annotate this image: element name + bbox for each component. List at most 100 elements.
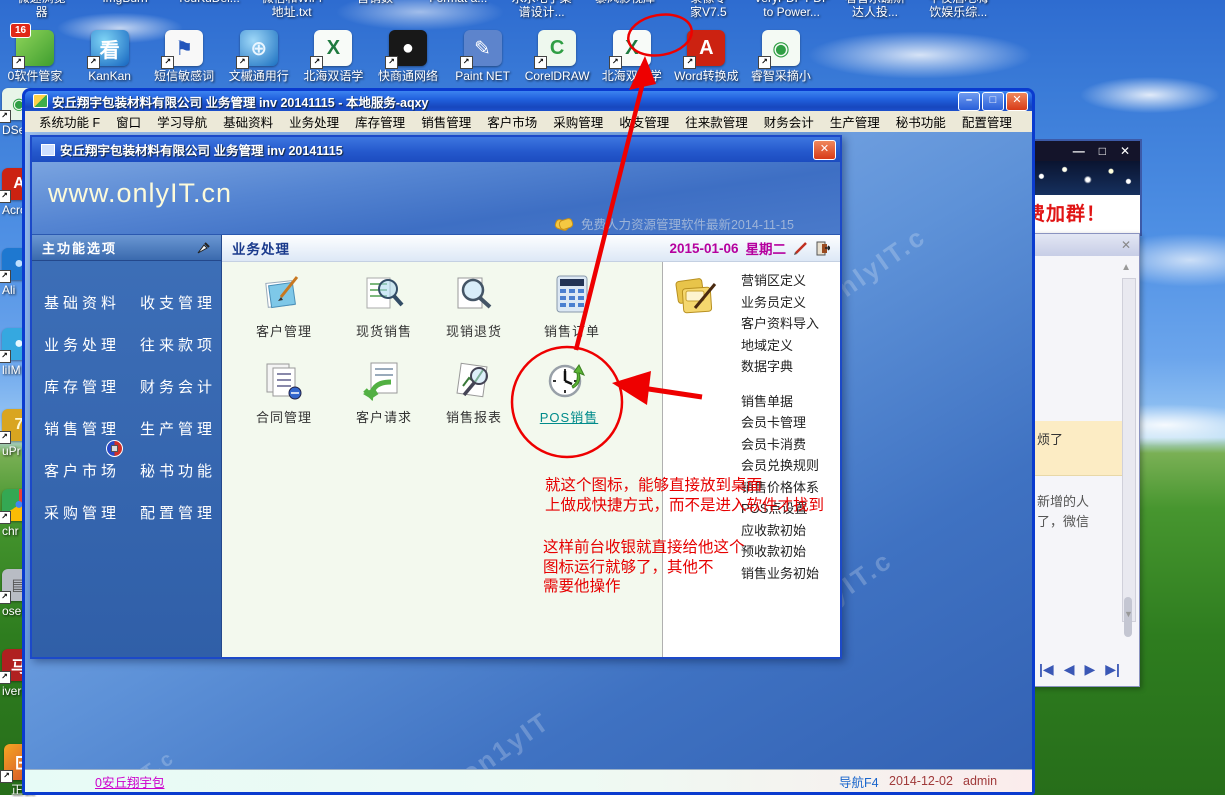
module-sales-order[interactable]: 销售订单 bbox=[527, 274, 617, 340]
app-logo-icon bbox=[33, 94, 48, 108]
submenu-item[interactable]: 销售业务初始 bbox=[741, 563, 819, 585]
menu-item[interactable]: 业务处理 bbox=[281, 112, 347, 131]
company-status-link[interactable]: 0安丘翔宇包 bbox=[95, 772, 164, 791]
pager-arrow[interactable]: ◀ bbox=[1064, 661, 1075, 678]
promo-text[interactable]: 免费人力资源管理软件最新2014-11-15 bbox=[581, 214, 794, 233]
desktop-icon-label[interactable]: 看音乐蹦斯达人投... bbox=[833, 0, 916, 19]
scroll-up-icon[interactable]: ▲ bbox=[1121, 262, 1131, 273]
desktop-icon-label[interactable]: 午夜酒吧嗨饮娱乐综... bbox=[917, 0, 1000, 19]
menu-item[interactable]: 销售管理 bbox=[413, 112, 479, 131]
desktop-icon[interactable]: 16 ↗ 0软件管家 bbox=[2, 30, 68, 83]
minimize-icon[interactable]: — bbox=[1073, 144, 1085, 158]
menu-item[interactable]: 财务会计 bbox=[756, 112, 822, 131]
sidebar-item[interactable]: 财务会计 bbox=[140, 376, 221, 397]
scroll-down-icon[interactable]: ▼ bbox=[1124, 609, 1133, 619]
sidebar-item[interactable]: 采购管理 bbox=[44, 502, 140, 523]
sidebar-item[interactable]: 库存管理 bbox=[44, 376, 140, 397]
sidebar-item[interactable]: 基础资料 bbox=[44, 292, 140, 313]
maximize-button[interactable]: □ bbox=[982, 92, 1004, 111]
sidebar-item[interactable]: 生产管理 bbox=[140, 418, 221, 439]
desktop-top-label-row: 微速浏览器 ImgBurn YouKuDel... 微信和WiFi地址.txt … bbox=[0, 0, 1000, 19]
module-pos-sale[interactable]: POS销售 bbox=[524, 360, 614, 426]
submenu-item[interactable]: 客户资料导入 bbox=[741, 313, 819, 335]
desktop-icon[interactable]: ✎ ↗ Paint NET bbox=[450, 30, 516, 83]
menu-item[interactable]: 窗口 bbox=[108, 112, 149, 131]
submenu-item[interactable]: 会员卡消费 bbox=[741, 434, 819, 456]
desktop-icon[interactable]: 看 ↗ KanKan bbox=[77, 30, 143, 83]
app-icon: ⚑ ↗ bbox=[165, 30, 203, 66]
sidebar-item[interactable]: 配置管理 bbox=[140, 502, 221, 523]
sidebar-item[interactable]: 收支管理 bbox=[140, 292, 221, 313]
scrollbar[interactable]: ▼ bbox=[1122, 278, 1136, 622]
qq-ad-slogan[interactable]: 费加群！ bbox=[1024, 195, 1140, 230]
desktop-icon-label[interactable]: 营销数 bbox=[333, 0, 416, 19]
menu-item[interactable]: 学习导航 bbox=[149, 112, 215, 131]
desktop-icon[interactable]: X ↗ 北海双语学 bbox=[300, 30, 366, 83]
menu-item[interactable]: 系统功能 F bbox=[31, 112, 108, 131]
website-link[interactable]: www.onlyIT.cn bbox=[48, 178, 232, 209]
desktop-icon[interactable]: C ↗ CorelDRAW bbox=[524, 30, 590, 83]
desktop-icon-label[interactable]: 暴风影视库 bbox=[583, 0, 666, 19]
pager-arrow[interactable]: ▶| bbox=[1105, 661, 1120, 678]
close-icon[interactable]: ✕ bbox=[1120, 144, 1130, 158]
close-button[interactable]: ✕ bbox=[1006, 92, 1028, 111]
menu-item[interactable]: 收支管理 bbox=[611, 112, 677, 131]
desktop-icon-label[interactable]: 微信和WiFi地址.txt bbox=[250, 0, 333, 19]
sidebar-item[interactable]: 往来款项 bbox=[140, 334, 221, 355]
desktop-icon[interactable]: X ↗ 北海双语学 bbox=[599, 30, 665, 83]
submenu-item[interactable]: 营销区定义 bbox=[741, 270, 819, 292]
menu-item[interactable]: 客户市场 bbox=[479, 112, 545, 131]
desktop-icon[interactable]: ⊕ ↗ 文槭通用行 bbox=[226, 30, 292, 83]
submenu-item[interactable]: 应收款初始 bbox=[741, 520, 819, 542]
status-user: admin bbox=[963, 774, 997, 788]
desktop-icon[interactable]: A ↗ Word转换成 bbox=[673, 30, 739, 83]
desktop-icon[interactable]: ◉ ↗ 睿智采摘小 bbox=[748, 30, 814, 83]
module-customer-mgmt[interactable]: 客户管理 bbox=[239, 274, 329, 340]
pager-arrow[interactable]: ▶ bbox=[1084, 661, 1095, 678]
maximize-icon[interactable]: □ bbox=[1099, 144, 1106, 158]
menu-item[interactable]: 配置管理 bbox=[954, 112, 1020, 131]
module-contract-mgmt[interactable]: 合同管理 bbox=[239, 360, 329, 426]
menu-item[interactable]: 往来款管理 bbox=[677, 112, 756, 131]
submenu-item[interactable]: 业务员定义 bbox=[741, 292, 819, 314]
close-button[interactable]: ✕ bbox=[813, 140, 836, 160]
exit-door-icon[interactable] bbox=[816, 241, 830, 256]
module-customer-request[interactable]: 客户请求 bbox=[339, 360, 429, 426]
submenu-item[interactable]: 销售单据 bbox=[741, 391, 819, 413]
desktop-icon[interactable]: ⚑ ↗ 短信敏感词 bbox=[151, 30, 217, 83]
module-sale-return[interactable]: 现销退货 bbox=[429, 274, 519, 340]
sidebar-item[interactable]: 秘书功能 bbox=[140, 460, 221, 481]
menu-item[interactable]: 采购管理 bbox=[545, 112, 611, 131]
sidebar-item[interactable]: 客户市场 bbox=[44, 460, 140, 481]
nav-f4-link[interactable]: 导航F4 bbox=[839, 772, 879, 791]
inner-window-titlebar[interactable]: 安丘翔宇包装材料有限公司 业务管理 inv 20141115 ✕ bbox=[32, 137, 840, 162]
edit-icon[interactable] bbox=[793, 241, 809, 255]
menu-item[interactable]: 生产管理 bbox=[822, 112, 888, 131]
submenu-item[interactable]: 数据字典 bbox=[741, 356, 819, 378]
desktop-icon-label[interactable]: ImgBurn bbox=[83, 0, 166, 19]
sidebar-item[interactable]: 业务处理 bbox=[44, 334, 140, 355]
desktop-icon[interactable]: ● ↗ 快商通网络 bbox=[375, 30, 441, 83]
minimize-button[interactable]: – bbox=[958, 92, 980, 111]
desktop-icon-label[interactable]: 录像专家V7.5 bbox=[667, 0, 750, 19]
menu-item[interactable]: 库存管理 bbox=[347, 112, 413, 131]
sidebar-item[interactable]: 销售管理 bbox=[44, 418, 140, 439]
pin-icon[interactable] bbox=[195, 241, 211, 255]
desktop-icon-label[interactable]: VeryPDF PDFto Power... bbox=[750, 0, 833, 19]
menu-item[interactable]: 秘书功能 bbox=[888, 112, 954, 131]
submenu-item[interactable]: 地域定义 bbox=[741, 335, 819, 357]
desktop-icon-label[interactable]: Format a... bbox=[417, 0, 500, 19]
pager-arrow[interactable]: |◀ bbox=[1039, 661, 1054, 678]
submenu-item[interactable]: 会员卡管理 bbox=[741, 412, 819, 434]
desktop-icon-label[interactable]: 微速浏览器 bbox=[0, 0, 83, 19]
sidebar: 主功能选项 基础资料收支管理业务处理往来款项库存管理财务会计销售管理生产管理客户… bbox=[32, 235, 222, 657]
module-sales-report[interactable]: 销售报表 bbox=[429, 360, 519, 426]
desktop-icon-label[interactable]: 水水电子集谱设计... bbox=[500, 0, 583, 19]
desktop-icon-label[interactable]: YouKuDel... bbox=[167, 0, 250, 19]
submenu-item[interactable]: 预收款初始 bbox=[741, 541, 819, 563]
menu-item[interactable]: 基础资料 bbox=[215, 112, 281, 131]
close-icon[interactable]: ✕ bbox=[1121, 238, 1131, 252]
module-cash-sale[interactable]: 现货销售 bbox=[339, 274, 429, 340]
window-titlebar[interactable]: 安丘翔宇包装材料有限公司 业务管理 inv 20141115 - 本地服务-aq… bbox=[25, 91, 1032, 111]
submenu-item[interactable]: 会员兑换规则 bbox=[741, 455, 819, 477]
